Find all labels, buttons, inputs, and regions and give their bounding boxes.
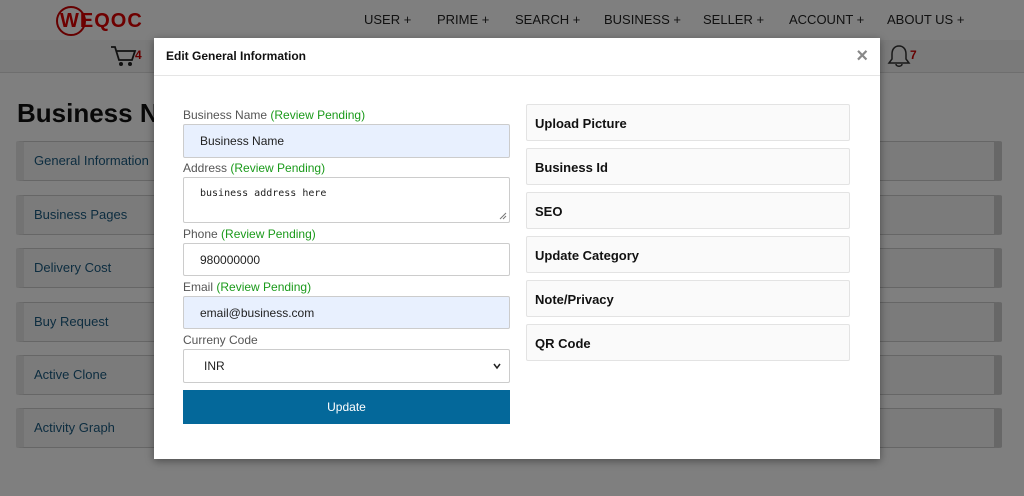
email-input[interactable]: email@business.com: [183, 296, 510, 329]
business-name-label-text: Business Name: [183, 108, 268, 122]
address-textarea[interactable]: business address here: [183, 177, 510, 223]
panel-label: Update Category: [535, 248, 640, 263]
review-pending-status: (Review Pending): [221, 227, 316, 241]
phone-input[interactable]: 980000000: [183, 243, 510, 276]
currency-code-value: INR: [204, 359, 225, 373]
address-label: Address (Review Pending): [183, 161, 325, 175]
panel-label: QR Code: [535, 336, 591, 351]
panel-note-privacy[interactable]: Note/Privacy: [526, 280, 850, 317]
review-pending-status: (Review Pending): [216, 280, 312, 294]
phone-value: 980000000: [200, 252, 261, 267]
chevron-down-icon: [493, 363, 501, 370]
modal-title: Edit General Information: [166, 49, 307, 63]
panel-qr-code[interactable]: QR Code: [526, 324, 850, 361]
panel-business-id[interactable]: Business Id: [526, 148, 850, 185]
address-label-text: Address: [183, 161, 228, 175]
edit-general-information-modal: Edit General Information × Business Name…: [154, 38, 880, 459]
panel-upload-picture[interactable]: Upload Picture: [526, 104, 850, 141]
panel-label: Upload Picture: [535, 116, 627, 131]
business-name-value: Business Name: [200, 134, 285, 148]
close-icon[interactable]: ×: [856, 46, 868, 66]
update-button[interactable]: Update: [183, 390, 510, 424]
currency-code-select[interactable]: INR: [183, 349, 510, 383]
business-name-input[interactable]: Business Name: [183, 124, 510, 158]
review-pending-status: (Review Pending): [230, 161, 326, 175]
phone-label: Phone (Review Pending): [183, 227, 316, 241]
modal-header: Edit General Information ×: [154, 38, 880, 76]
phone-label-text: Phone: [183, 227, 218, 241]
panel-label: Note/Privacy: [535, 292, 614, 307]
email-label: Email (Review Pending): [183, 280, 311, 294]
currency-code-label: Curreny Code: [183, 333, 258, 347]
review-pending-status: (Review Pending): [270, 108, 366, 122]
email-label-text: Email: [183, 280, 214, 294]
address-value: business address here: [200, 188, 327, 199]
panel-label: Business Id: [535, 160, 608, 175]
panel-update-category[interactable]: Update Category: [526, 236, 850, 273]
email-value: email@business.com: [200, 305, 315, 320]
panel-seo[interactable]: SEO: [526, 192, 850, 229]
currency-code-label-text: Curreny Code: [183, 333, 258, 347]
panel-label: SEO: [535, 204, 563, 219]
resize-handle-icon[interactable]: [499, 212, 507, 220]
business-name-label: Business Name (Review Pending): [183, 108, 365, 122]
